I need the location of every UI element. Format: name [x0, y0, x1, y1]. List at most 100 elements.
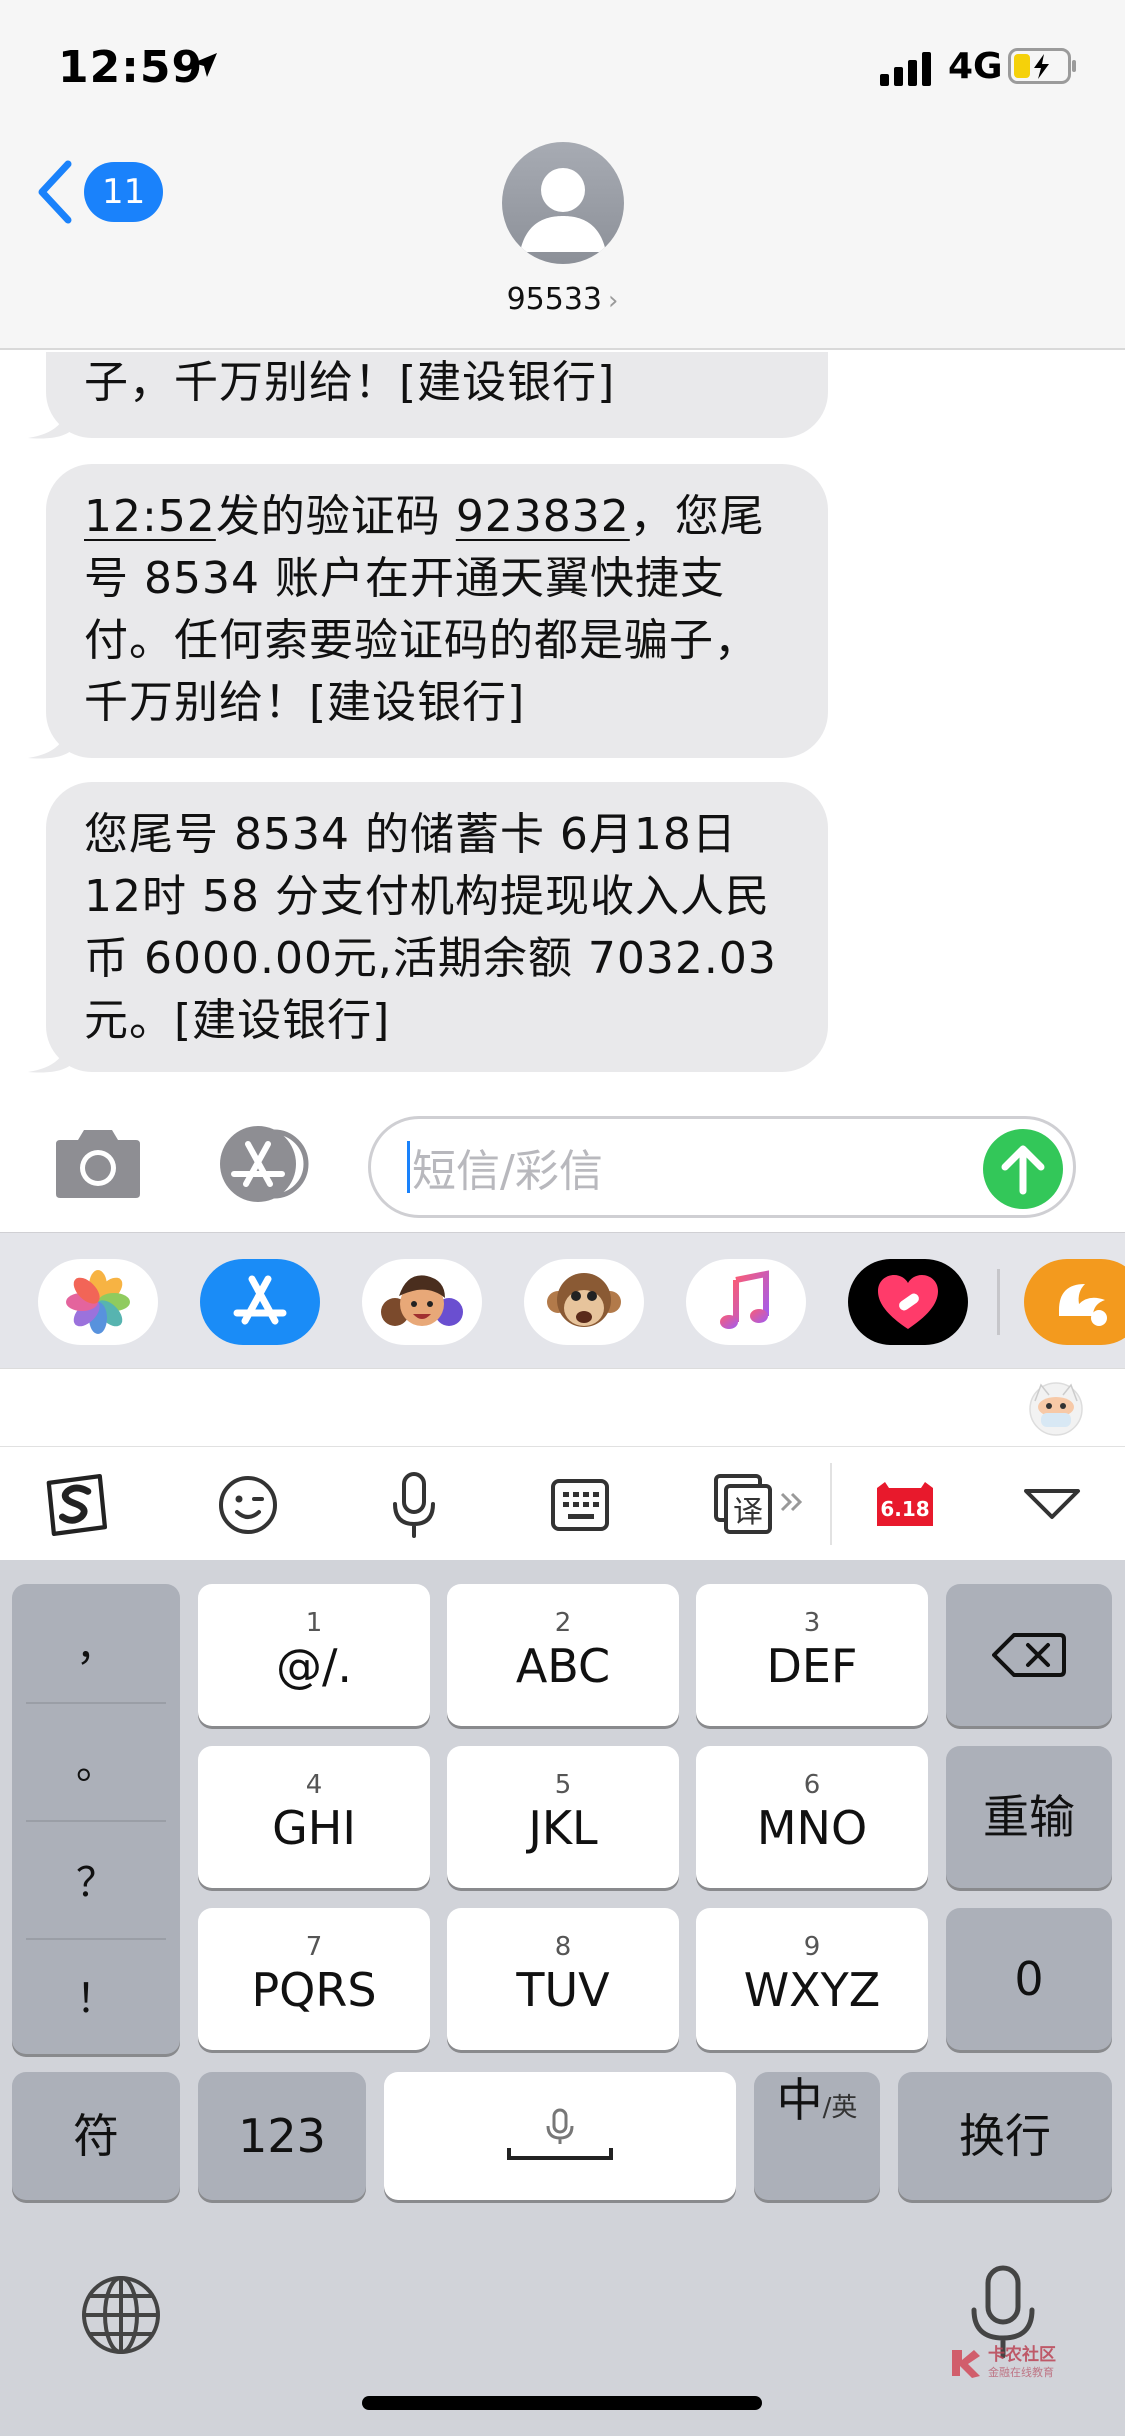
- watermark-subtitle: 金融在线教育: [988, 2366, 1054, 2379]
- hide-keyboard-button[interactable]: [1018, 1471, 1086, 1539]
- animoji-app-button[interactable]: [524, 1259, 644, 1345]
- globe-icon[interactable]: [80, 2274, 162, 2356]
- key-7[interactable]: 7 PQRS: [198, 1908, 430, 2050]
- key-sublabel: /英: [822, 2093, 858, 2123]
- language-switch-key[interactable]: 中 /英: [754, 2072, 880, 2200]
- return-key[interactable]: 换行: [898, 2072, 1112, 2200]
- app-store-icon: [233, 1275, 287, 1325]
- message-bubble[interactable]: 12:52发的验证码 923832，您尾号 8534 账户在开通天翼快捷支付。任…: [46, 464, 828, 758]
- 618-badge-icon: 6.18: [877, 1482, 933, 1526]
- sogou-logo-button[interactable]: [42, 1471, 110, 1539]
- watermark-title: 卡农社区: [988, 2345, 1056, 2365]
- key-label: DEF: [766, 1639, 858, 1693]
- emoji-button[interactable]: [214, 1471, 282, 1539]
- keyboard-mascot-icon[interactable]: [1027, 1379, 1085, 1437]
- punct-key-exclaim[interactable]: ！: [12, 1936, 180, 2054]
- key-label: 换行: [959, 2109, 1051, 2163]
- translate-button[interactable]: 译: [712, 1471, 812, 1539]
- key-label: PQRS: [251, 1963, 377, 2017]
- watermark-logo-icon: [952, 2350, 980, 2378]
- camera-icon[interactable]: [50, 1128, 146, 1200]
- memoji-app-button[interactable]: [362, 1259, 482, 1345]
- keyboard-toolbar: 译 6.18: [0, 1446, 1125, 1560]
- imessage-app-drawer[interactable]: [0, 1232, 1125, 1368]
- emoji-icon: [219, 1476, 277, 1534]
- punctuation-column[interactable]: ， 。 ？ ！: [12, 1584, 180, 2054]
- key-3[interactable]: 3 DEF: [696, 1584, 928, 1726]
- punct-key-comma[interactable]: ，: [12, 1584, 180, 1702]
- key-label: ABC: [515, 1639, 611, 1693]
- key-label: 重输: [983, 1790, 1075, 1844]
- key-6[interactable]: 6 MNO: [696, 1746, 928, 1888]
- photos-icon: [66, 1270, 130, 1334]
- reenter-key[interactable]: 重输: [946, 1746, 1112, 1888]
- back-button[interactable]: 11: [36, 160, 164, 224]
- key-number: 2: [554, 1608, 572, 1638]
- delete-key[interactable]: [946, 1584, 1112, 1726]
- key-8[interactable]: 8 TUV: [447, 1908, 679, 2050]
- animoji-monkey-icon: [547, 1273, 621, 1327]
- symbols-key[interactable]: 符: [12, 2072, 180, 2200]
- app-store-app-button[interactable]: [200, 1259, 320, 1345]
- key-label: 中: [776, 2073, 823, 2127]
- key-number: 5: [554, 1770, 572, 1800]
- key-number: 6: [803, 1770, 821, 1800]
- key-number: 3: [803, 1608, 821, 1638]
- music-icon: [720, 1270, 769, 1329]
- conversation-header: 12:59 4G 11 95533 ›: [0, 0, 1125, 350]
- key-5[interactable]: 5 JKL: [447, 1746, 679, 1888]
- key-4[interactable]: 4 GHI: [198, 1746, 430, 1888]
- promo-618-button[interactable]: 6.18: [870, 1471, 940, 1539]
- contact-avatar[interactable]: [502, 142, 624, 264]
- message-list[interactable]: 子，千万别给！[建设银行] 12:52发的验证码 923832，您尾号 8534…: [0, 352, 1125, 1082]
- network-type-label: 4G: [948, 46, 1003, 87]
- space-key[interactable]: [384, 2072, 736, 2200]
- message-input[interactable]: 短信/彩信: [368, 1116, 1076, 1218]
- chevron-left-icon: [38, 160, 72, 224]
- app-store-drawer-icon[interactable]: [208, 1122, 318, 1206]
- key-label: @/.: [275, 1639, 353, 1693]
- voice-input-button[interactable]: [380, 1471, 448, 1539]
- location-arrow-icon: [193, 53, 217, 77]
- punct-key-period[interactable]: 。: [12, 1702, 180, 1820]
- photos-app-button[interactable]: [38, 1259, 158, 1345]
- message-bubble[interactable]: 子，千万别给！[建设银行]: [46, 352, 828, 438]
- punct-key-question[interactable]: ？: [12, 1820, 180, 1938]
- send-button[interactable]: [983, 1129, 1063, 1209]
- heart-app-icon: [878, 1275, 938, 1329]
- cellular-signal-icon: [880, 52, 931, 86]
- message-bubble[interactable]: 您尾号 8534 的储蓄卡 6月18日 12时 58 分支付机构提现收入人民币 …: [46, 782, 828, 1072]
- key-label: JKL: [528, 1801, 598, 1855]
- key-0[interactable]: 0: [946, 1908, 1112, 2050]
- svg-text:6.18: 6.18: [880, 1497, 929, 1521]
- sogou-logo-icon: [46, 1473, 108, 1537]
- chevron-right-icon: ›: [608, 286, 619, 316]
- strip-divider: [997, 1269, 1000, 1335]
- space-mic-icon: [507, 2108, 613, 2160]
- music-app-button[interactable]: [686, 1259, 806, 1345]
- bubble-tail: [28, 720, 76, 759]
- key-2[interactable]: 2 ABC: [447, 1584, 679, 1726]
- status-time: 12:59: [58, 42, 204, 93]
- key-number: 4: [305, 1770, 323, 1800]
- keyboard-switch-button[interactable]: [546, 1471, 614, 1539]
- translate-icon: 译: [714, 1474, 803, 1534]
- key-1[interactable]: 1 @/.: [198, 1584, 430, 1726]
- backspace-icon: [992, 1633, 1066, 1677]
- health-app-button[interactable]: [848, 1259, 968, 1345]
- keyboard-icon: [551, 1479, 609, 1531]
- code-link[interactable]: 923832: [456, 491, 630, 542]
- key-label: MNO: [756, 1801, 868, 1855]
- unread-count-badge: 11: [84, 162, 164, 222]
- uc-browser-app-button[interactable]: [1024, 1259, 1125, 1345]
- contact-name[interactable]: 95533 ›: [0, 282, 1125, 317]
- key-label: 0: [1014, 1952, 1044, 2006]
- key-9[interactable]: 9 WXYZ: [696, 1908, 928, 2050]
- time-link[interactable]: 12:52: [84, 491, 216, 542]
- numbers-key[interactable]: 123: [198, 2072, 366, 2200]
- message-text: 子，千万别给！[建设银行]: [84, 357, 616, 408]
- key-number: 1: [305, 1608, 323, 1638]
- battery-charging-icon: [1008, 48, 1076, 84]
- home-indicator[interactable]: [362, 2396, 762, 2410]
- svg-text:译: 译: [733, 1495, 763, 1530]
